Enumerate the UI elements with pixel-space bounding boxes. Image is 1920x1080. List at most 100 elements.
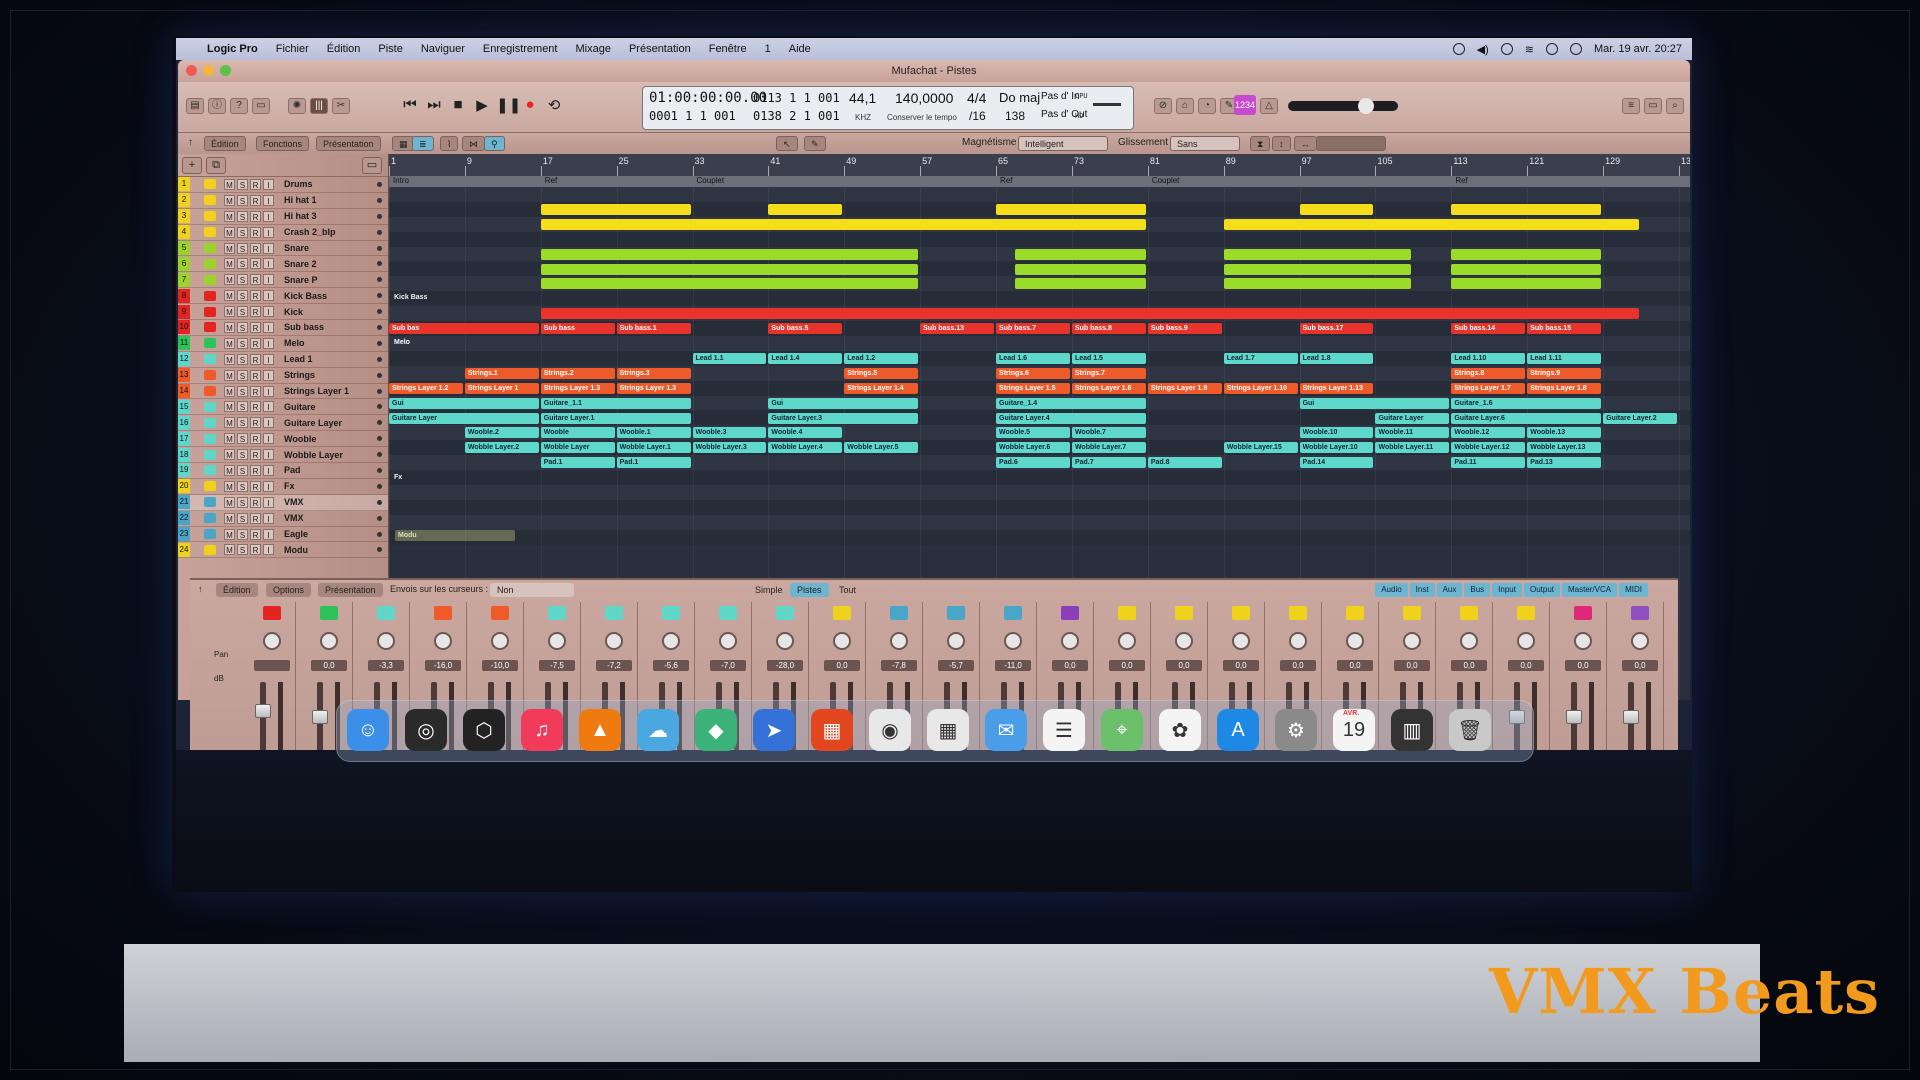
region[interactable]	[540, 203, 691, 215]
pan-knob[interactable]	[1232, 632, 1250, 650]
input-monitor-button[interactable]: I	[263, 449, 274, 461]
filter-master-vca[interactable]: Master/VCA	[1561, 583, 1618, 597]
track-name[interactable]: Melo	[284, 338, 364, 348]
solo-button[interactable]: S	[237, 401, 248, 413]
toolbar-toggle-icon[interactable]: ▭	[252, 98, 270, 114]
region[interactable]: Strings.9	[1527, 367, 1602, 379]
mixer-back-arrow-icon[interactable]: ↑	[198, 584, 203, 594]
region[interactable]: Wooble.4	[768, 427, 843, 439]
region[interactable]: Wobble Layer	[540, 442, 615, 454]
region[interactable]: Sub bas	[389, 323, 539, 335]
track-name[interactable]: Modu	[284, 545, 364, 555]
track-lane[interactable]	[389, 470, 1690, 485]
marker-couplet[interactable]: Couplet	[1152, 176, 1180, 185]
record-enable-button[interactable]: R	[250, 528, 261, 540]
track-name[interactable]: Wobble Layer	[284, 450, 364, 460]
region[interactable]: Sub bass.9	[1147, 323, 1222, 335]
region[interactable]: Lead 1.10	[1451, 352, 1526, 364]
record-enable-button[interactable]: R	[250, 274, 261, 286]
track-header-row[interactable]: 13 M S R I Strings	[178, 368, 388, 384]
dock-logic-icon[interactable]: ◎	[405, 709, 447, 751]
pan-knob[interactable]	[1289, 632, 1307, 650]
record-enable-button[interactable]: R	[250, 480, 261, 492]
filter-input[interactable]: Input	[1492, 583, 1522, 597]
dock-app-store-icon[interactable]: A	[1217, 709, 1259, 751]
region[interactable]: Gui	[1299, 397, 1450, 409]
input-monitor-button[interactable]: I	[263, 306, 274, 318]
input-monitor-button[interactable]: I	[263, 226, 274, 238]
menu-item-enregistrement[interactable]: Enregistrement	[474, 43, 567, 55]
pan-knob[interactable]	[1403, 632, 1421, 650]
track-header-row[interactable]: 8 M S R I Kick Bass	[178, 288, 388, 305]
automation-icon[interactable]: ⌇	[440, 136, 459, 151]
datetime[interactable]: Mar. 19 avr. 20:27	[1594, 43, 1682, 55]
region[interactable]: Wobble Layer.1	[616, 442, 691, 454]
dock-mail-icon[interactable]: ✉	[985, 709, 1027, 751]
note-pad-icon[interactable]: ▭	[1644, 98, 1662, 114]
region[interactable]: Wobble Layer.11	[1375, 442, 1450, 454]
record-enable-button[interactable]: R	[250, 417, 261, 429]
record-enable-button[interactable]: R	[250, 512, 261, 524]
solo-button[interactable]: S	[237, 544, 248, 556]
region[interactable]	[1451, 263, 1602, 275]
track-header-row[interactable]: 11 M S R I Melo	[178, 336, 388, 352]
region[interactable]: Guitare Layer.3	[768, 412, 919, 424]
mute-button[interactable]: M	[224, 258, 235, 270]
list-icon[interactable]: ≡	[1622, 98, 1640, 114]
mute-button[interactable]: M	[224, 226, 235, 238]
track-header-row[interactable]: 5 M S R I Snare	[178, 241, 388, 257]
track-name[interactable]: Wooble	[284, 434, 364, 444]
region[interactable]: Strings Layer 1.3	[540, 382, 615, 394]
horizontal-zoom-icon[interactable]: ↔	[1294, 136, 1317, 151]
track-lane[interactable]	[389, 231, 1690, 247]
volume-fader[interactable]	[312, 710, 328, 725]
cycle-icon[interactable]: ⟲	[544, 96, 564, 114]
menu-item-mixage[interactable]: Mixage	[566, 43, 619, 55]
minimize-window-button[interactable]	[203, 65, 214, 76]
track-name[interactable]: VMX	[284, 497, 364, 507]
menu-item-aide[interactable]: Aide	[780, 43, 820, 55]
mute-button[interactable]: M	[224, 290, 235, 302]
input-monitor-button[interactable]: I	[263, 290, 274, 302]
mode-tab-pistes[interactable]: Pistes	[790, 583, 829, 597]
metronome-icon[interactable]: △	[1260, 98, 1278, 114]
solo-button[interactable]: S	[237, 369, 248, 381]
region[interactable]	[1451, 278, 1602, 290]
region[interactable]: Wooble.5	[996, 427, 1070, 439]
track-name[interactable]: Strings	[284, 370, 364, 380]
region[interactable]: Guitare Layer	[389, 412, 539, 424]
track-name[interactable]: Pad	[284, 465, 364, 475]
play-icon[interactable]: ▶	[472, 96, 492, 114]
region[interactable]: Lead 1.2	[844, 352, 919, 364]
pan-knob[interactable]	[377, 632, 395, 650]
region[interactable]: Strings Layer 1.6	[1071, 382, 1146, 394]
region[interactable]: Sub bass.8	[1071, 323, 1146, 335]
wifi-icon[interactable]: ≋	[1525, 43, 1534, 56]
region[interactable]: Strings.1	[464, 367, 539, 379]
record-enable-button[interactable]: R	[250, 194, 261, 206]
duplicate-track-icon[interactable]: ⧉	[206, 157, 226, 174]
menu-app-name[interactable]: Logic Pro	[198, 43, 267, 55]
region[interactable]	[996, 203, 1146, 215]
track-lane[interactable]	[389, 529, 1690, 545]
region[interactable]	[540, 218, 1146, 230]
solo-button[interactable]: S	[237, 528, 248, 540]
region[interactable]: Strings Layer 1.3	[616, 382, 691, 394]
pan-knob[interactable]	[1175, 632, 1193, 650]
input-monitor-button[interactable]: I	[263, 417, 274, 429]
region[interactable]: Gui	[389, 397, 539, 409]
track-name[interactable]: Crash 2_blp	[284, 227, 364, 237]
record-enable-button[interactable]: R	[250, 464, 261, 476]
region[interactable]: Lead 1.11	[1527, 352, 1602, 364]
count-in-badge[interactable]: 1234	[1234, 95, 1256, 115]
dock-mail-cloud-icon[interactable]: ☁	[637, 709, 679, 751]
region[interactable]: Strings Layer 1.8	[1527, 382, 1602, 394]
record-enable-button[interactable]: R	[250, 385, 261, 397]
region[interactable]: Wooble	[540, 427, 615, 439]
record-enable-button[interactable]: R	[250, 496, 261, 508]
track-name[interactable]: Drums	[284, 179, 364, 189]
mute-button[interactable]: M	[224, 210, 235, 222]
region[interactable]: Wooble.2	[464, 427, 539, 439]
track-header-row[interactable]: 3 M S R I Hi hat 3	[178, 209, 388, 225]
input-monitor-button[interactable]: I	[263, 274, 274, 286]
